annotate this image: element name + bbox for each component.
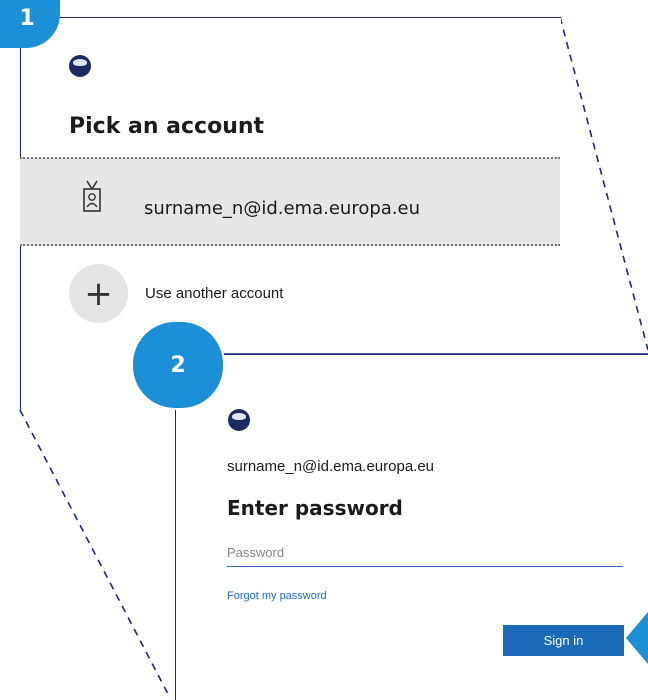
forgot-password-link[interactable]: Forgot my password: [227, 590, 327, 602]
enter-password-title: Enter password: [227, 496, 403, 520]
step-2-badge: 2: [131, 320, 225, 410]
password-input[interactable]: [227, 538, 623, 567]
ema-logo-icon: [228, 409, 250, 431]
sign-in-button[interactable]: Sign in: [503, 625, 624, 656]
signin-email: surname_n@id.ema.europa.eu: [227, 458, 435, 475]
callout-arrow-icon: [626, 612, 648, 664]
